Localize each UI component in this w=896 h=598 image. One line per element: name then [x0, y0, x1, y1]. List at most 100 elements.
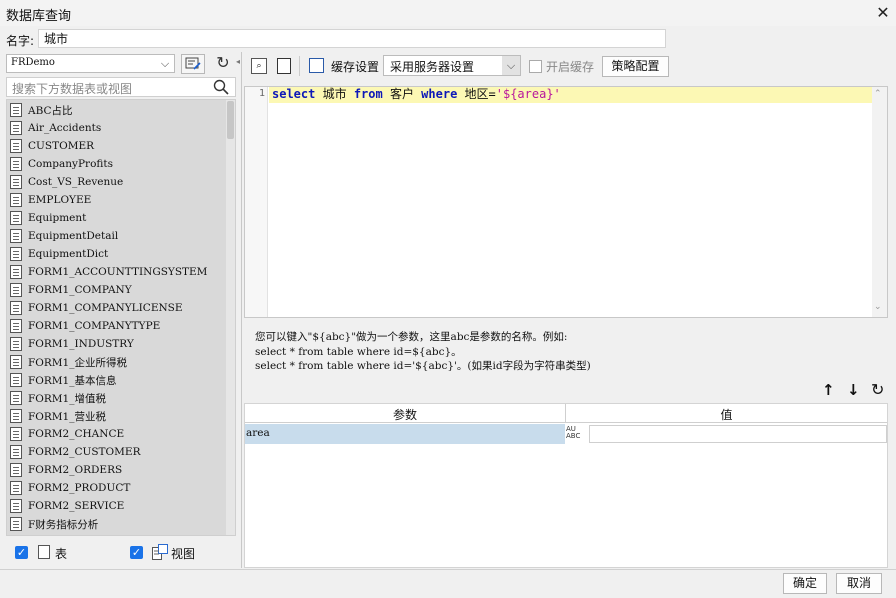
- table-name: FORM1_营业税: [28, 410, 106, 423]
- table-icon: [10, 517, 22, 531]
- table-name: EMPLOYEE: [28, 194, 92, 206]
- param-name-cell[interactable]: area: [246, 427, 270, 439]
- sql-editor[interactable]: [244, 86, 888, 318]
- search-icon[interactable]: [213, 79, 229, 95]
- datasource-select[interactable]: FRDemo: [6, 54, 175, 73]
- list-item[interactable]: F财务指标分析: [10, 515, 225, 533]
- list-item[interactable]: Air_Accidents: [10, 119, 225, 137]
- scroll-up-icon[interactable]: ⌃: [874, 89, 882, 99]
- table-name: FORM1_INDUSTRY: [28, 338, 134, 350]
- list-item[interactable]: CompanyProfits: [10, 155, 225, 173]
- list-item[interactable]: EquipmentDict: [10, 245, 225, 263]
- refresh-icon[interactable]: ↻: [211, 54, 235, 74]
- enable-cache-label: 开启缓存: [546, 60, 595, 74]
- table-icon: [10, 319, 22, 333]
- table-name: FORM2_CUSTOMER: [28, 446, 141, 458]
- ok-button[interactable]: 确定: [783, 573, 827, 594]
- enable-cache-checkbox[interactable]: [529, 60, 542, 73]
- table-icon: [10, 211, 22, 225]
- cache-settings-icon[interactable]: [309, 58, 324, 73]
- chevron-down-icon[interactable]: ⌵: [156, 55, 174, 72]
- param-type-icon[interactable]: AU ABC: [566, 424, 588, 444]
- chevron-down-icon[interactable]: ⌵: [502, 56, 520, 75]
- table-icon: [10, 247, 22, 261]
- preview-icon[interactable]: ⌕: [251, 58, 267, 74]
- table-icon: [10, 265, 22, 279]
- list-item[interactable]: FORM1_INDUSTRY: [10, 335, 225, 353]
- list-item[interactable]: FORM2_SERVICE: [10, 497, 225, 515]
- editor-scrollbar[interactable]: [872, 87, 887, 317]
- show-tables-checkbox[interactable]: ✓: [15, 546, 28, 559]
- sql-code-line[interactable]: select 城市 from 客户 where 地区='${area}': [272, 86, 561, 103]
- column-header-value[interactable]: 值: [566, 406, 887, 423]
- name-input[interactable]: 城市: [38, 29, 666, 48]
- sql-token: from: [353, 87, 383, 101]
- table-icon: [38, 545, 50, 559]
- close-icon[interactable]: ✕: [873, 3, 893, 23]
- table-icon: [10, 193, 22, 207]
- param-hint-line: select * from table where id='${abc}'。(如…: [255, 360, 591, 372]
- list-item[interactable]: Equipment: [10, 209, 225, 227]
- table-row[interactable]: [245, 424, 565, 444]
- param-value-input[interactable]: [589, 425, 887, 443]
- sql-token: 地区=: [457, 87, 496, 101]
- param-hint-line: 您可以键入"${abc}"做为一个参数，这里abc是参数的名称。例如:: [255, 331, 568, 343]
- list-item[interactable]: CUSTOMER: [10, 137, 225, 155]
- table-name: FORM1_ACCOUNTTINGSYSTEM: [28, 266, 208, 278]
- list-item[interactable]: FORM1_COMPANY: [10, 281, 225, 299]
- edit-datasource-button[interactable]: [181, 54, 205, 74]
- move-up-icon[interactable]: ↑: [822, 381, 835, 399]
- table-name: EquipmentDetail: [28, 230, 119, 242]
- list-scrollbar[interactable]: [226, 100, 235, 535]
- list-item[interactable]: EquipmentDetail: [10, 227, 225, 245]
- table-list: ABC占比 Air_Accidents CUSTOMER CompanyProfits…: [6, 99, 236, 536]
- line-gutter: [245, 87, 268, 317]
- table-icon: [10, 301, 22, 315]
- document-icon[interactable]: [277, 58, 291, 74]
- table-icon: [10, 499, 22, 513]
- table-name: Cost_VS_Revenue: [28, 176, 124, 188]
- table-icon: [10, 337, 22, 351]
- list-scroll-thumb[interactable]: [227, 101, 234, 139]
- table-name: FORM1_基本信息: [28, 374, 117, 387]
- list-item[interactable]: EMPLOYEE: [10, 191, 225, 209]
- footer-divider: [0, 569, 896, 570]
- list-item[interactable]: FORM1_基本信息: [10, 371, 225, 389]
- table-name: FORM2_PRODUCT: [28, 482, 131, 494]
- list-item[interactable]: FORM2_CUSTOMER: [10, 443, 225, 461]
- table-name: FORM1_企业所得税: [28, 356, 127, 369]
- list-item[interactable]: FORM1_COMPANYTYPE: [10, 317, 225, 335]
- list-item[interactable]: Cost_VS_Revenue: [10, 173, 225, 191]
- table-name: Air_Accidents: [28, 122, 102, 134]
- refresh-params-icon[interactable]: ↻: [871, 380, 884, 399]
- scroll-down-icon[interactable]: ⌄: [874, 302, 882, 312]
- cache-mode-select[interactable]: 采用服务器设置: [383, 55, 521, 76]
- list-item[interactable]: ABC占比: [10, 101, 225, 119]
- list-item[interactable]: FORM1_营业税: [10, 407, 225, 425]
- list-item[interactable]: FORM1_企业所得税: [10, 353, 225, 371]
- table-icon: [10, 463, 22, 477]
- sql-token: 客户: [382, 87, 422, 101]
- line-number: 1: [258, 88, 265, 99]
- param-hint-line: select * from table where id=${abc}。: [255, 346, 462, 358]
- table-icon: [10, 373, 22, 387]
- move-down-icon[interactable]: ↓: [847, 381, 860, 399]
- sql-token: select: [272, 87, 316, 101]
- list-item[interactable]: FORM1_COMPANYLICENSE: [10, 299, 225, 317]
- column-header-param[interactable]: 参数: [245, 406, 565, 423]
- table-icon: [10, 121, 22, 135]
- table-search-input[interactable]: 搜索下方数据表或视图: [6, 77, 236, 97]
- list-item[interactable]: FORM2_CHANCE: [10, 425, 225, 443]
- view-icon: [152, 544, 168, 560]
- toolbar-separator: [299, 56, 300, 76]
- list-item[interactable]: FORM2_ORDERS: [10, 461, 225, 479]
- window-title: 数据库查询: [6, 9, 72, 24]
- table-icon: [10, 229, 22, 243]
- list-item[interactable]: FORM1_增值税: [10, 389, 225, 407]
- show-views-checkbox[interactable]: ✓: [130, 546, 143, 559]
- strategy-config-button[interactable]: 策略配置: [602, 56, 669, 77]
- list-item[interactable]: FORM2_PRODUCT: [10, 479, 225, 497]
- collapse-panel-icon[interactable]: ◂: [236, 57, 242, 71]
- cancel-button[interactable]: 取消: [836, 573, 882, 594]
- list-item[interactable]: FORM1_ACCOUNTTINGSYSTEM: [10, 263, 225, 281]
